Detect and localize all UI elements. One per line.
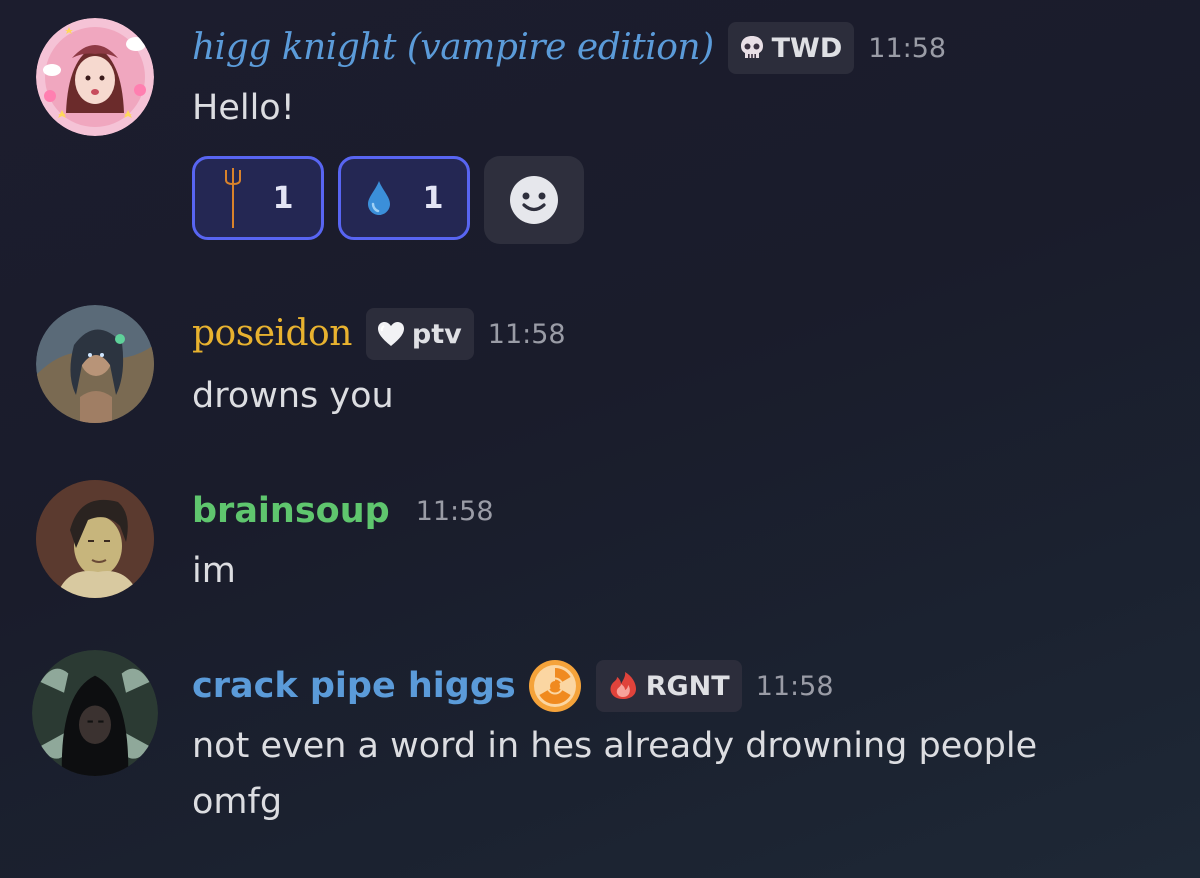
username[interactable]: crack pipe higgs bbox=[192, 668, 516, 704]
message-header: crack pipe higgs RGNT 11:58 bbox=[192, 658, 834, 714]
message-3: brainsoup 11:58 im bbox=[0, 475, 1200, 605]
reaction-count: 1 bbox=[422, 180, 444, 216]
smiley-icon bbox=[510, 176, 558, 224]
message-2: poseidon ptv 11:58 drowns you bbox=[0, 300, 1200, 430]
message-header: higg knight (vampire edition) TWD 11:58 bbox=[192, 22, 946, 74]
username[interactable]: poseidon bbox=[192, 316, 352, 352]
trident-icon bbox=[224, 168, 241, 228]
message-text: Hello! bbox=[192, 88, 295, 128]
reaction-trident[interactable]: 1 bbox=[192, 156, 324, 240]
username[interactable]: brainsoup bbox=[192, 493, 390, 529]
avatar-image bbox=[36, 305, 154, 423]
message-text: im bbox=[192, 551, 236, 591]
fire-icon bbox=[610, 672, 636, 699]
timestamp: 11:58 bbox=[415, 495, 494, 527]
avatar-image bbox=[32, 650, 158, 776]
avatar[interactable] bbox=[32, 650, 158, 776]
reaction-count: 1 bbox=[272, 180, 294, 216]
avatar[interactable] bbox=[36, 305, 154, 423]
tag-label: RGNT bbox=[645, 670, 730, 702]
timestamp: 11:58 bbox=[755, 670, 834, 702]
message-text: drowns you bbox=[192, 376, 394, 416]
message-1: higg knight (vampire edition) TWD 11:58 … bbox=[0, 0, 1200, 260]
message-header: brainsoup 11:58 bbox=[192, 485, 494, 537]
reactions-bar: 1 1 bbox=[192, 156, 584, 244]
tag-label: TWD bbox=[771, 32, 843, 64]
message-header: poseidon ptv 11:58 bbox=[192, 308, 566, 360]
avatar-image bbox=[36, 480, 154, 598]
droplet-icon bbox=[367, 181, 390, 215]
username[interactable]: higg knight (vampire edition) bbox=[192, 30, 714, 66]
add-reaction-button[interactable] bbox=[484, 156, 584, 244]
server-tag[interactable]: ptv bbox=[365, 308, 474, 360]
timestamp: 11:58 bbox=[487, 318, 566, 350]
timestamp: 11:58 bbox=[868, 32, 947, 64]
radioactive-icon[interactable] bbox=[528, 659, 582, 713]
avatar[interactable] bbox=[36, 480, 154, 598]
avatar-image bbox=[36, 18, 154, 136]
tag-label: ptv bbox=[411, 318, 462, 350]
heart-icon bbox=[377, 322, 404, 346]
message-text: not even a word in hes already drowning … bbox=[192, 726, 1038, 822]
server-tag[interactable]: RGNT bbox=[595, 660, 742, 712]
skull-icon bbox=[740, 36, 763, 58]
message-4: crack pipe higgs RGNT 11:58 not even a w… bbox=[0, 640, 1200, 870]
avatar[interactable] bbox=[36, 18, 154, 136]
reaction-droplet[interactable]: 1 bbox=[338, 156, 470, 240]
server-tag[interactable]: TWD bbox=[727, 22, 855, 74]
